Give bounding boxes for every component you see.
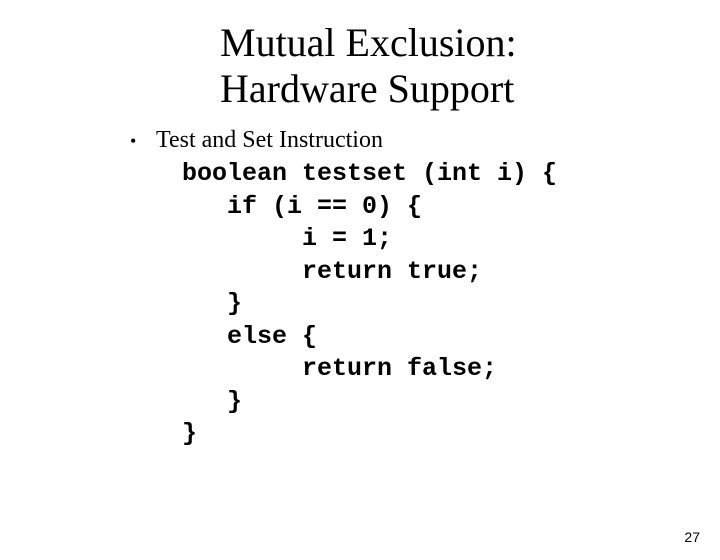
bullet-marker: • xyxy=(130,131,156,152)
slide-content: • Test and Set Instruction boolean tests… xyxy=(130,127,720,451)
bullet-1: • Test and Set Instruction xyxy=(130,127,720,154)
bullet-text: Test and Set Instruction xyxy=(156,127,383,154)
title-line-1: Mutual Exclusion: xyxy=(220,20,720,66)
title-line-2: Hardware Support xyxy=(220,66,720,112)
code-block: boolean testset (int i) { if (i == 0) { … xyxy=(182,158,720,451)
page-number: 27 xyxy=(684,529,700,545)
slide-title: Mutual Exclusion: Hardware Support xyxy=(220,20,720,111)
